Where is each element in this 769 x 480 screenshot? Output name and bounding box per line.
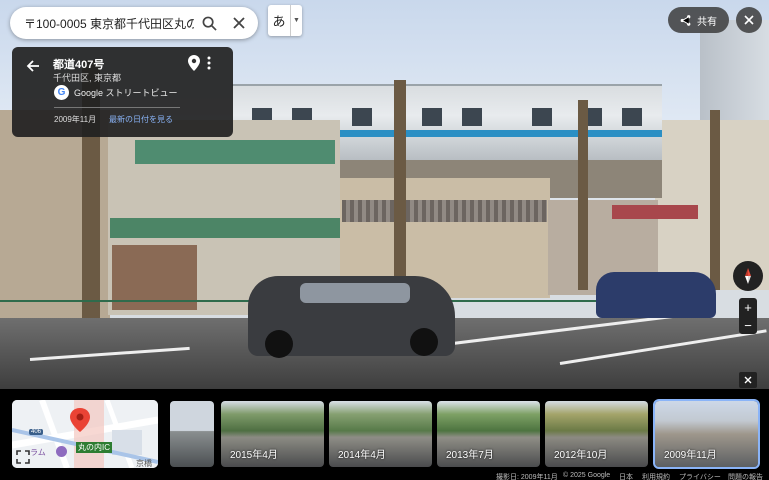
timeline-thumb-label: 2015年4月 (230, 450, 278, 461)
compass-icon (745, 268, 751, 284)
share-icon (680, 14, 691, 26)
timeline-thumb-selected[interactable]: 2009年11月 (653, 399, 760, 469)
source-label: Google ストリートビュー (74, 88, 178, 98)
timeline-thumb-label: 2013年7月 (446, 450, 494, 461)
latest-date-link[interactable]: 最新の日付を見る (109, 114, 173, 125)
timeline-thumb-label: 2014年4月 (338, 450, 386, 461)
route-label: 406 (29, 429, 44, 435)
timeline-thumb[interactable]: 2012年10月 (545, 401, 648, 467)
clear-search-icon[interactable] (224, 8, 254, 38)
search-input[interactable]: 〒100-0005 東京都千代田区丸の内 (10, 15, 194, 32)
more-options-icon[interactable] (207, 56, 219, 72)
sedan (596, 272, 716, 318)
timeline-thumb[interactable]: 2015年4月 (221, 401, 324, 467)
ic-label: 丸の内IC (76, 442, 112, 453)
wheel (265, 330, 293, 358)
location-title: 都道407号 (53, 59, 105, 71)
wheel (410, 328, 438, 356)
ime-mode-selector[interactable]: あ ▼ (268, 5, 302, 36)
station-icon (56, 446, 67, 457)
timeline-thumb[interactable]: 2013年7月 (437, 401, 540, 467)
compass-button[interactable] (733, 261, 763, 291)
tree (578, 100, 588, 290)
timeline-thumb[interactable] (170, 401, 214, 467)
search-box[interactable]: 〒100-0005 東京都千代田区丸の内 (10, 7, 258, 39)
map-pin-icon[interactable] (188, 55, 204, 73)
zoom-control: + − (739, 298, 757, 334)
footer-copyright: © 2025 Google (563, 472, 611, 479)
share-label: 共有 (697, 16, 717, 28)
close-icon (744, 15, 754, 25)
collapse-timeline-button[interactable] (739, 372, 757, 388)
search-icon[interactable] (194, 8, 224, 38)
close-button[interactable] (736, 7, 762, 33)
tree (710, 110, 720, 290)
timeline-thumb-label: 2012年10月 (554, 450, 608, 461)
zoom-in-button[interactable]: + (739, 298, 757, 316)
footer-country: 日本 (619, 474, 633, 480)
share-button[interactable]: 共有 (668, 7, 729, 33)
close-icon (744, 376, 752, 384)
back-arrow-icon[interactable] (22, 55, 44, 77)
capture-date: 2009年11月 (54, 115, 97, 124)
expand-map-icon[interactable] (16, 450, 30, 464)
green-awning (135, 140, 335, 164)
chevron-down-icon[interactable]: ▼ (290, 5, 302, 36)
tiled-roof (342, 200, 547, 222)
ime-mode-char: あ (272, 14, 286, 29)
footer-terms-link[interactable]: 利用規約 (642, 472, 670, 480)
footer-capture-date: 撮影日: 2009年11月 (496, 474, 558, 480)
place-label: 京橋 (136, 459, 152, 468)
minimap[interactable]: 406 丸の内IC ラム 京橋 (12, 400, 158, 468)
station-label: ラム (30, 448, 46, 457)
footer-report-link[interactable]: 問題の報告 (728, 472, 763, 480)
source-row: G Google ストリートビュー (54, 85, 178, 100)
footer-privacy-link[interactable]: プライバシー (679, 472, 721, 480)
google-logo-icon: G (54, 85, 69, 100)
tree (394, 80, 406, 300)
green-awning-lower (110, 218, 340, 238)
timeline-thumb[interactable]: 2014年4月 (329, 401, 432, 467)
location-card: 都道407号 千代田区, 東京都 G Google ストリートビュー 2009年… (12, 47, 233, 137)
timeline-thumb-label: 2009年11月 (664, 450, 717, 461)
location-subtitle: 千代田区, 東京都 (53, 73, 122, 83)
divider (54, 107, 180, 108)
zoom-out-button[interactable]: − (739, 316, 757, 334)
minivan-window (300, 283, 410, 303)
red-sign (612, 205, 698, 219)
